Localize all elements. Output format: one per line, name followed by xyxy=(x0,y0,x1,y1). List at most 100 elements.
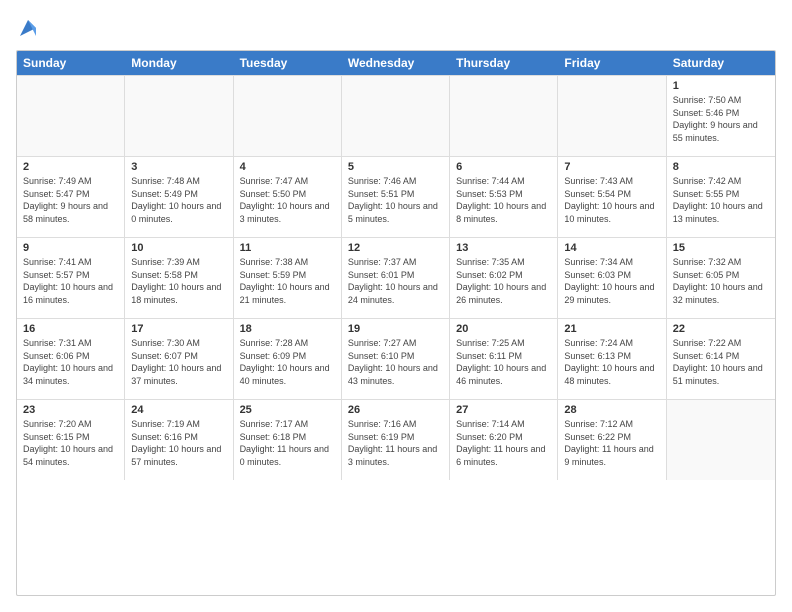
day-number: 17 xyxy=(131,323,226,335)
day-number: 12 xyxy=(348,242,443,254)
cell-info: Sunrise: 7:24 AM Sunset: 6:13 PM Dayligh… xyxy=(564,337,659,387)
day-number: 15 xyxy=(673,242,769,254)
day-number: 3 xyxy=(131,161,226,173)
cell-info: Sunrise: 7:49 AM Sunset: 5:47 PM Dayligh… xyxy=(23,175,118,225)
calendar-cell-2: 2 Sunrise: 7:49 AM Sunset: 5:47 PM Daylig… xyxy=(17,157,125,237)
calendar-row-4: 23Sunrise: 7:20 AM Sunset: 6:15 PM Dayli… xyxy=(17,399,775,480)
day-number: 23 xyxy=(23,404,118,416)
calendar-row-0: 1 Sunrise: 7:50 AM Sunset: 5:46 PM Daylig… xyxy=(17,75,775,156)
day-number: 19 xyxy=(348,323,443,335)
day-number: 6 xyxy=(456,161,551,173)
day-number: 1 xyxy=(673,80,769,92)
calendar-cell-6: 6 Sunrise: 7:44 AM Sunset: 5:53 PM Daylig… xyxy=(450,157,558,237)
day-number: 24 xyxy=(131,404,226,416)
cell-info: Sunrise: 7:35 AM Sunset: 6:02 PM Dayligh… xyxy=(456,256,551,306)
calendar-cell-20: 20 Sunrise: 7:25 AM Sunset: 6:11 PM Dayli… xyxy=(450,319,558,399)
cell-info: Sunrise: 7:25 AM Sunset: 6:11 PM Dayligh… xyxy=(456,337,551,387)
cell-info: Sunrise: 7:48 AM Sunset: 5:49 PM Dayligh… xyxy=(131,175,226,225)
cell-info: Sunrise: 7:32 AM Sunset: 6:05 PM Dayligh… xyxy=(673,256,769,306)
calendar-cell-27: 27Sunrise: 7:14 AM Sunset: 6:20 PM Dayli… xyxy=(450,400,558,480)
header xyxy=(16,16,776,40)
cell-info: Sunrise: 7:16 AM Sunset: 6:19 PM Dayligh… xyxy=(348,418,443,468)
cell-info: Sunrise: 7:31 AM Sunset: 6:06 PM Dayligh… xyxy=(23,337,118,387)
calendar-cell-11: 11 Sunrise: 7:38 AM Sunset: 5:59 PM Dayli… xyxy=(234,238,342,318)
logo-icon xyxy=(18,16,38,40)
day-number: 25 xyxy=(240,404,335,416)
day-number: 11 xyxy=(240,242,335,254)
day-number: 21 xyxy=(564,323,659,335)
calendar-cell-9: 9Sunrise: 7:41 AM Sunset: 5:57 PM Daylig… xyxy=(17,238,125,318)
calendar-cell-8: 8 Sunrise: 7:42 AM Sunset: 5:55 PM Daylig… xyxy=(667,157,775,237)
day-number: 2 xyxy=(23,161,118,173)
header-day-wednesday: Wednesday xyxy=(342,51,450,75)
cell-info: Sunrise: 7:44 AM Sunset: 5:53 PM Dayligh… xyxy=(456,175,551,225)
calendar-cell-17: 17 Sunrise: 7:30 AM Sunset: 6:07 PM Dayli… xyxy=(125,319,233,399)
calendar-cell-empty-3 xyxy=(342,76,450,156)
calendar-cell-empty-0 xyxy=(17,76,125,156)
calendar-cell-1: 1 Sunrise: 7:50 AM Sunset: 5:46 PM Daylig… xyxy=(667,76,775,156)
calendar-cell-16: 16Sunrise: 7:31 AM Sunset: 6:06 PM Dayli… xyxy=(17,319,125,399)
calendar-cell-4: 4 Sunrise: 7:47 AM Sunset: 5:50 PM Daylig… xyxy=(234,157,342,237)
calendar-cell-23: 23Sunrise: 7:20 AM Sunset: 6:15 PM Dayli… xyxy=(17,400,125,480)
calendar-cell-15: 15 Sunrise: 7:32 AM Sunset: 6:05 PM Dayli… xyxy=(667,238,775,318)
header-day-friday: Friday xyxy=(558,51,666,75)
cell-info: Sunrise: 7:30 AM Sunset: 6:07 PM Dayligh… xyxy=(131,337,226,387)
calendar: SundayMondayTuesdayWednesdayThursdayFrid… xyxy=(16,50,776,596)
day-number: 26 xyxy=(348,404,443,416)
cell-info: Sunrise: 7:38 AM Sunset: 5:59 PM Dayligh… xyxy=(240,256,335,306)
calendar-cell-14: 14 Sunrise: 7:34 AM Sunset: 6:03 PM Dayli… xyxy=(558,238,666,318)
cell-info: Sunrise: 7:47 AM Sunset: 5:50 PM Dayligh… xyxy=(240,175,335,225)
calendar-cell-10: 10Sunrise: 7:39 AM Sunset: 5:58 PM Dayli… xyxy=(125,238,233,318)
calendar-cell-13: 13 Sunrise: 7:35 AM Sunset: 6:02 PM Dayli… xyxy=(450,238,558,318)
day-number: 4 xyxy=(240,161,335,173)
day-number: 18 xyxy=(240,323,335,335)
calendar-cell-25: 25 Sunrise: 7:17 AM Sunset: 6:18 PM Dayli… xyxy=(234,400,342,480)
calendar-cell-3: 3 Sunrise: 7:48 AM Sunset: 5:49 PM Daylig… xyxy=(125,157,233,237)
logo xyxy=(16,16,38,40)
calendar-cell-22: 22Sunrise: 7:22 AM Sunset: 6:14 PM Dayli… xyxy=(667,319,775,399)
calendar-cell-26: 26 Sunrise: 7:16 AM Sunset: 6:19 PM Dayli… xyxy=(342,400,450,480)
calendar-cell-12: 12 Sunrise: 7:37 AM Sunset: 6:01 PM Dayli… xyxy=(342,238,450,318)
calendar-cell-5: 5 Sunrise: 7:46 AM Sunset: 5:51 PM Daylig… xyxy=(342,157,450,237)
calendar-row-2: 9Sunrise: 7:41 AM Sunset: 5:57 PM Daylig… xyxy=(17,237,775,318)
calendar-cell-18: 18 Sunrise: 7:28 AM Sunset: 6:09 PM Dayli… xyxy=(234,319,342,399)
cell-info: Sunrise: 7:27 AM Sunset: 6:10 PM Dayligh… xyxy=(348,337,443,387)
day-number: 22 xyxy=(673,323,769,335)
calendar-cell-19: 19 Sunrise: 7:27 AM Sunset: 6:10 PM Dayli… xyxy=(342,319,450,399)
calendar-row-1: 2 Sunrise: 7:49 AM Sunset: 5:47 PM Daylig… xyxy=(17,156,775,237)
header-day-thursday: Thursday xyxy=(450,51,558,75)
calendar-cell-empty-1 xyxy=(125,76,233,156)
header-day-tuesday: Tuesday xyxy=(234,51,342,75)
calendar-row-3: 16Sunrise: 7:31 AM Sunset: 6:06 PM Dayli… xyxy=(17,318,775,399)
calendar-cell-empty-2 xyxy=(234,76,342,156)
calendar-body: 1 Sunrise: 7:50 AM Sunset: 5:46 PM Daylig… xyxy=(17,75,775,480)
day-number: 20 xyxy=(456,323,551,335)
cell-info: Sunrise: 7:12 AM Sunset: 6:22 PM Dayligh… xyxy=(564,418,659,468)
day-number: 28 xyxy=(564,404,659,416)
header-day-sunday: Sunday xyxy=(17,51,125,75)
cell-info: Sunrise: 7:50 AM Sunset: 5:46 PM Dayligh… xyxy=(673,94,769,144)
day-number: 8 xyxy=(673,161,769,173)
cell-info: Sunrise: 7:17 AM Sunset: 6:18 PM Dayligh… xyxy=(240,418,335,468)
cell-info: Sunrise: 7:34 AM Sunset: 6:03 PM Dayligh… xyxy=(564,256,659,306)
day-number: 9 xyxy=(23,242,118,254)
cell-info: Sunrise: 7:14 AM Sunset: 6:20 PM Dayligh… xyxy=(456,418,551,468)
calendar-cell-28: 28 Sunrise: 7:12 AM Sunset: 6:22 PM Dayli… xyxy=(558,400,666,480)
cell-info: Sunrise: 7:39 AM Sunset: 5:58 PM Dayligh… xyxy=(131,256,226,306)
calendar-cell-empty-6 xyxy=(667,400,775,480)
calendar-cell-empty-5 xyxy=(558,76,666,156)
cell-info: Sunrise: 7:42 AM Sunset: 5:55 PM Dayligh… xyxy=(673,175,769,225)
calendar-cell-empty-4 xyxy=(450,76,558,156)
day-number: 14 xyxy=(564,242,659,254)
cell-info: Sunrise: 7:28 AM Sunset: 6:09 PM Dayligh… xyxy=(240,337,335,387)
header-day-monday: Monday xyxy=(125,51,233,75)
calendar-header: SundayMondayTuesdayWednesdayThursdayFrid… xyxy=(17,51,775,75)
cell-info: Sunrise: 7:43 AM Sunset: 5:54 PM Dayligh… xyxy=(564,175,659,225)
day-number: 7 xyxy=(564,161,659,173)
day-number: 13 xyxy=(456,242,551,254)
cell-info: Sunrise: 7:37 AM Sunset: 6:01 PM Dayligh… xyxy=(348,256,443,306)
page: SundayMondayTuesdayWednesdayThursdayFrid… xyxy=(0,0,792,612)
cell-info: Sunrise: 7:19 AM Sunset: 6:16 PM Dayligh… xyxy=(131,418,226,468)
cell-info: Sunrise: 7:46 AM Sunset: 5:51 PM Dayligh… xyxy=(348,175,443,225)
day-number: 5 xyxy=(348,161,443,173)
